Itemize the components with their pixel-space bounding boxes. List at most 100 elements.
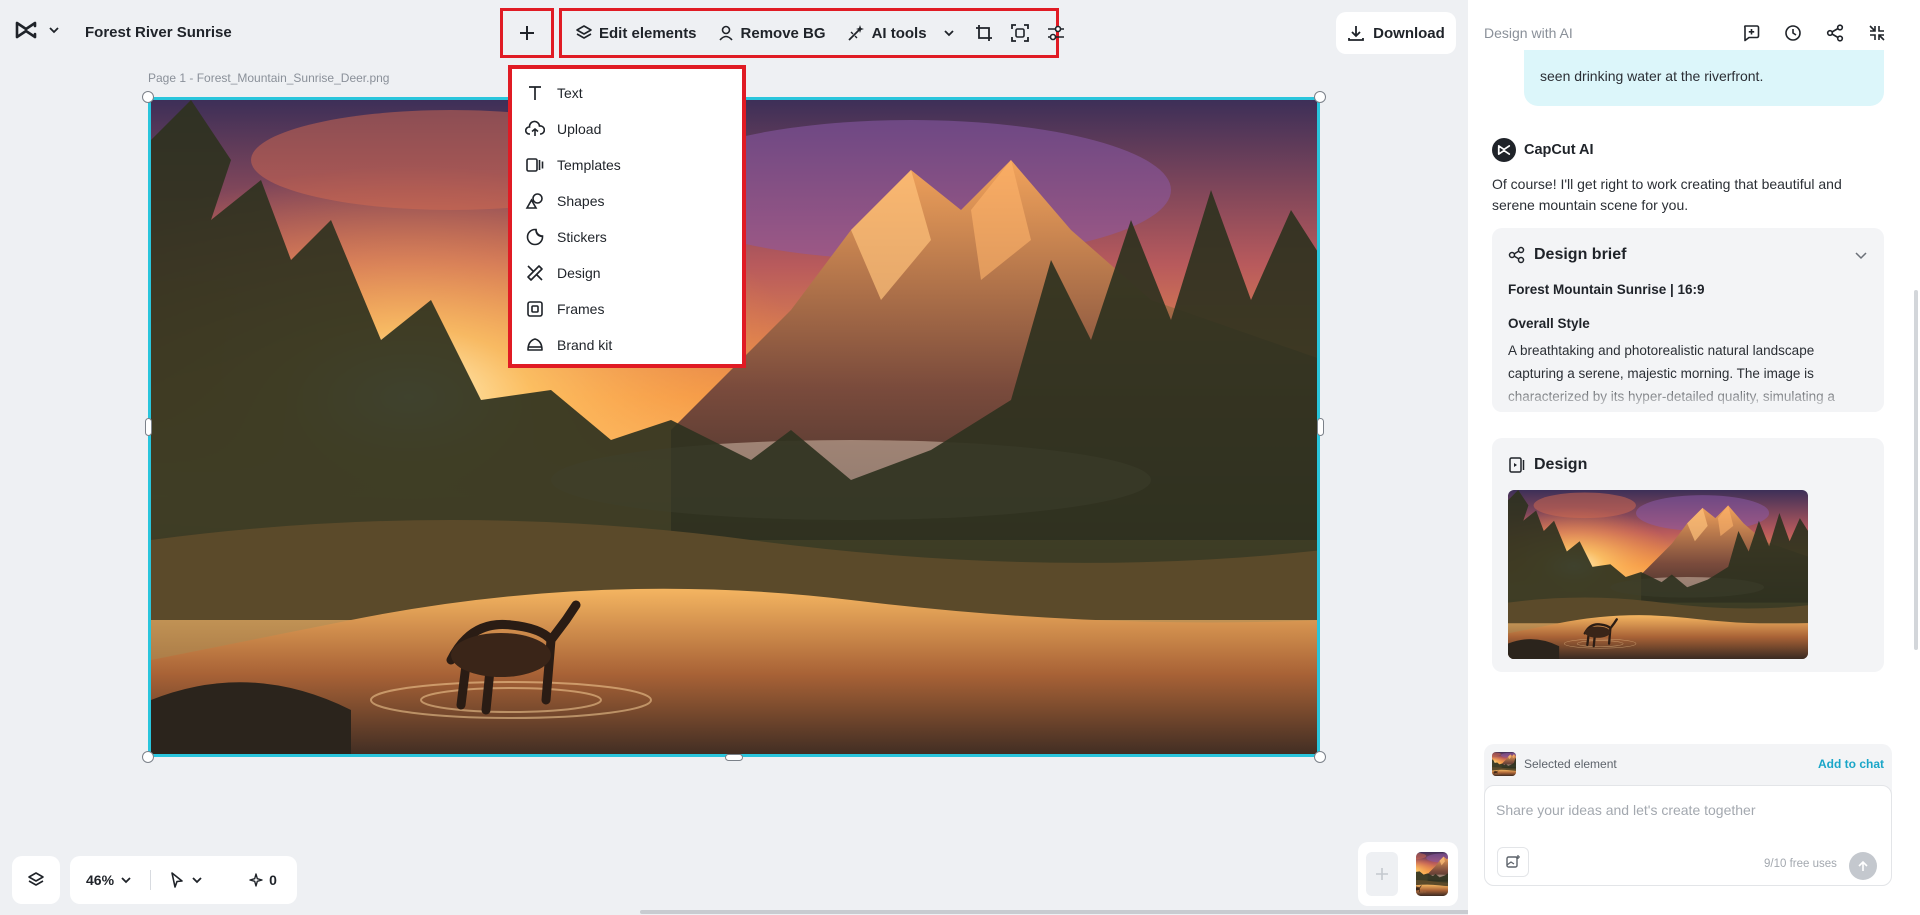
horizontal-scrollbar[interactable]: [640, 910, 1475, 914]
brief-nodes-icon: [1508, 246, 1526, 264]
page-label: Page 1 - Forest_Mountain_Sunrise_Deer.pn…: [148, 71, 390, 85]
crop-icon[interactable]: [975, 23, 993, 43]
zoom-level[interactable]: 46%: [86, 872, 114, 888]
person-icon: [717, 24, 735, 42]
share-icon[interactable]: [1824, 22, 1846, 44]
menu-item-label: Text: [557, 85, 583, 101]
resize-handle-left[interactable]: [145, 418, 152, 436]
page-thumbnail[interactable]: [1416, 852, 1448, 896]
landscape-image: [1416, 852, 1448, 896]
ai-author-name: CapCut AI: [1524, 142, 1594, 158]
add-element-button[interactable]: [500, 8, 554, 58]
menu-item-label: Templates: [557, 157, 621, 173]
layers-icon: [27, 871, 45, 889]
edit-elements-button[interactable]: Edit elements: [575, 24, 697, 42]
layers-button[interactable]: [12, 856, 60, 904]
design-card-title: Design: [1534, 456, 1588, 473]
resize-handle-bottom-right[interactable]: [1314, 751, 1326, 763]
shapes-icon: [525, 191, 545, 211]
chevron-down-icon[interactable]: [1854, 248, 1868, 262]
history-icon[interactable]: [1782, 22, 1804, 44]
capcut-logo-icon: [14, 20, 38, 40]
landscape-image: [1508, 490, 1808, 659]
element-toolbar: Edit elements Remove BG AI tools: [559, 8, 1064, 58]
image-add-icon: [1505, 854, 1521, 870]
design-thumbnail[interactable]: [1508, 490, 1808, 659]
magic-wand-icon: [846, 23, 866, 43]
user-message-text: seen drinking water at the riverfront.: [1540, 68, 1764, 84]
adjust-sliders-icon[interactable]: [1047, 23, 1065, 43]
chevron-down-icon[interactable]: [191, 874, 203, 886]
sparkle-icon: [249, 873, 263, 887]
attach-image-button[interactable]: [1497, 847, 1529, 877]
menu-item-label: Shapes: [557, 193, 605, 209]
capcut-ai-avatar-icon: [1492, 138, 1516, 162]
ai-tools-dropdown[interactable]: AI tools: [846, 23, 955, 43]
menu-item-label: Frames: [557, 301, 605, 317]
menu-item-stickers[interactable]: Stickers: [512, 219, 742, 255]
chevron-down-icon: [943, 27, 955, 39]
arrow-up-icon: [1857, 860, 1869, 872]
brief-heading: Overall Style: [1508, 316, 1590, 331]
menu-item-templates[interactable]: Templates: [512, 147, 742, 183]
resize-handle-right[interactable]: [1317, 418, 1324, 436]
user-message-bubble: seen drinking water at the riverfront.: [1524, 50, 1884, 106]
menu-item-frames[interactable]: Frames: [512, 291, 742, 327]
panel-actions: [1740, 22, 1888, 44]
magic-count: 0: [269, 872, 277, 888]
brief-fade: [1492, 382, 1884, 412]
magic-credits-button[interactable]: 0: [229, 856, 297, 904]
plus-icon: [518, 24, 536, 42]
add-page-button[interactable]: [1366, 852, 1398, 896]
design-brief-header: Design brief: [1508, 246, 1868, 264]
stickers-icon: [525, 227, 545, 247]
chevron-down-icon[interactable]: [120, 874, 132, 886]
pointer-icon[interactable]: [169, 871, 185, 889]
project-title[interactable]: Forest River Sunrise: [85, 24, 232, 41]
new-chat-icon[interactable]: [1740, 22, 1762, 44]
menu-item-label: Brand kit: [557, 337, 613, 353]
menu-item-label: Design: [557, 265, 601, 281]
menu-item-upload[interactable]: Upload: [512, 111, 742, 147]
resize-handle-top-left[interactable]: [142, 91, 154, 103]
download-icon: [1347, 24, 1365, 42]
resize-handle-bottom[interactable]: [725, 754, 743, 761]
collapse-icon[interactable]: [1866, 22, 1888, 44]
templates-icon: [525, 155, 545, 175]
menu-item-shapes[interactable]: Shapes: [512, 183, 742, 219]
chat-input-placeholder: Share your ideas and let's create togeth…: [1496, 802, 1756, 818]
frames-icon: [525, 299, 545, 319]
remove-bg-label: Remove BG: [740, 24, 826, 42]
add-to-chat-link[interactable]: Add to chat: [1818, 757, 1884, 771]
edit-elements-label: Edit elements: [599, 24, 697, 42]
ai-tools-label: AI tools: [871, 24, 927, 42]
divider: [150, 870, 152, 890]
selected-element-thumbnail: [1492, 752, 1516, 776]
scan-transform-icon[interactable]: [1010, 23, 1029, 43]
remove-bg-button[interactable]: Remove BG: [717, 24, 826, 42]
app-logo-menu[interactable]: [14, 20, 60, 40]
selected-element-label: Selected element: [1524, 757, 1617, 771]
send-button[interactable]: [1849, 852, 1877, 880]
menu-item-label: Upload: [557, 121, 602, 137]
free-uses-counter: 9/10 free uses: [1764, 858, 1837, 870]
design-brief-title: Design brief: [1534, 246, 1627, 263]
brief-subtitle: Forest Mountain Sunrise | 16:9: [1508, 282, 1705, 297]
resize-handle-bottom-left[interactable]: [142, 751, 154, 763]
design-icon: [525, 263, 545, 283]
download-button[interactable]: Download: [1336, 12, 1456, 54]
resize-handle-top-right[interactable]: [1314, 91, 1326, 103]
design-frame-icon: [1508, 456, 1526, 474]
menu-item-label: Stickers: [557, 229, 607, 245]
ai-message: Of course! I'll get right to work creati…: [1492, 176, 1842, 213]
design-card-header: Design: [1508, 456, 1868, 474]
chevron-down-icon: [48, 24, 60, 36]
panel-scrollbar[interactable]: [1914, 290, 1918, 650]
chat-input[interactable]: [1484, 785, 1892, 886]
text-icon: [525, 83, 545, 103]
plus-icon: [1374, 866, 1390, 882]
menu-item-text[interactable]: Text: [512, 75, 742, 111]
menu-item-brand-kit[interactable]: Brand kit: [512, 327, 742, 363]
selected-element-row: Selected element Add to chat: [1492, 752, 1884, 776]
menu-item-design[interactable]: Design: [512, 255, 742, 291]
